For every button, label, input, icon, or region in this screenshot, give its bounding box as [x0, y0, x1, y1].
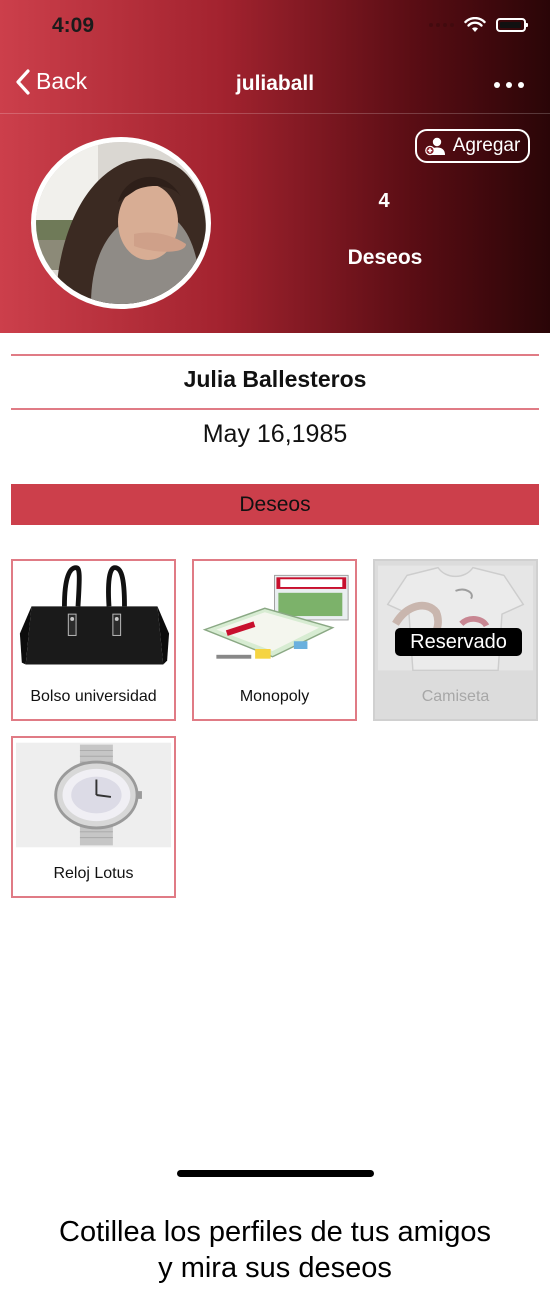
wish-card[interactable]: Monopoly [192, 559, 357, 721]
full-name: Julia Ballesteros [183, 366, 367, 392]
wish-image [197, 564, 352, 672]
promo-line-1: Cotillea los perfiles de tus amigos [59, 1216, 491, 1248]
wish-count: 4 [378, 190, 390, 212]
divider [11, 354, 539, 356]
add-friend-label: Agregar [452, 135, 521, 156]
wishes-section-header: Deseos [11, 484, 539, 525]
more-options-button[interactable] [494, 82, 524, 88]
divider [11, 408, 539, 410]
profile-photo [36, 142, 206, 304]
wifi-icon [464, 17, 486, 32]
wish-card[interactable]: Bolso universidad [11, 559, 176, 721]
wish-image [16, 741, 171, 849]
promo-caption: Cotillea los perfiles de tus amigos y mi… [0, 1214, 550, 1286]
birthdate: May 16,1985 [202, 420, 348, 448]
add-person-icon [424, 137, 445, 156]
nav-divider [0, 113, 550, 114]
reserved-badge: Reservado [395, 628, 522, 656]
handbag-icon [16, 565, 171, 671]
page-title: juliaball [235, 72, 315, 95]
navigation-bar: Back juliaball [0, 62, 550, 108]
wish-name: Bolso universidad [30, 688, 157, 705]
wish-name: Reloj Lotus [53, 865, 134, 882]
wish-name: Monopoly [239, 688, 310, 705]
wish-count-label: Deseos [347, 246, 423, 269]
board-game-icon [197, 565, 352, 671]
add-friend-button[interactable]: Agregar [415, 129, 530, 163]
more-dot-icon [518, 82, 524, 88]
profile-header: 4:09 Back juliaball Agregar 4 Deseos [0, 0, 550, 333]
more-dot-icon [506, 82, 512, 88]
status-time: 4:09 [52, 14, 95, 37]
watch-icon [16, 742, 171, 848]
signal-icon [429, 23, 454, 27]
avatar[interactable] [31, 137, 211, 309]
wish-name: Camiseta [421, 688, 490, 705]
promo-line-2: y mira sus deseos [158, 1252, 392, 1284]
wish-image [16, 564, 171, 672]
home-indicator[interactable] [177, 1170, 374, 1177]
battery-icon [496, 18, 528, 32]
status-icons [429, 17, 528, 33]
wish-card-reserved[interactable]: Reservado Camiseta [373, 559, 538, 721]
wishes-section-title: Deseos [239, 492, 311, 516]
wish-card[interactable]: Reloj Lotus [11, 736, 176, 898]
more-dot-icon [494, 82, 500, 88]
